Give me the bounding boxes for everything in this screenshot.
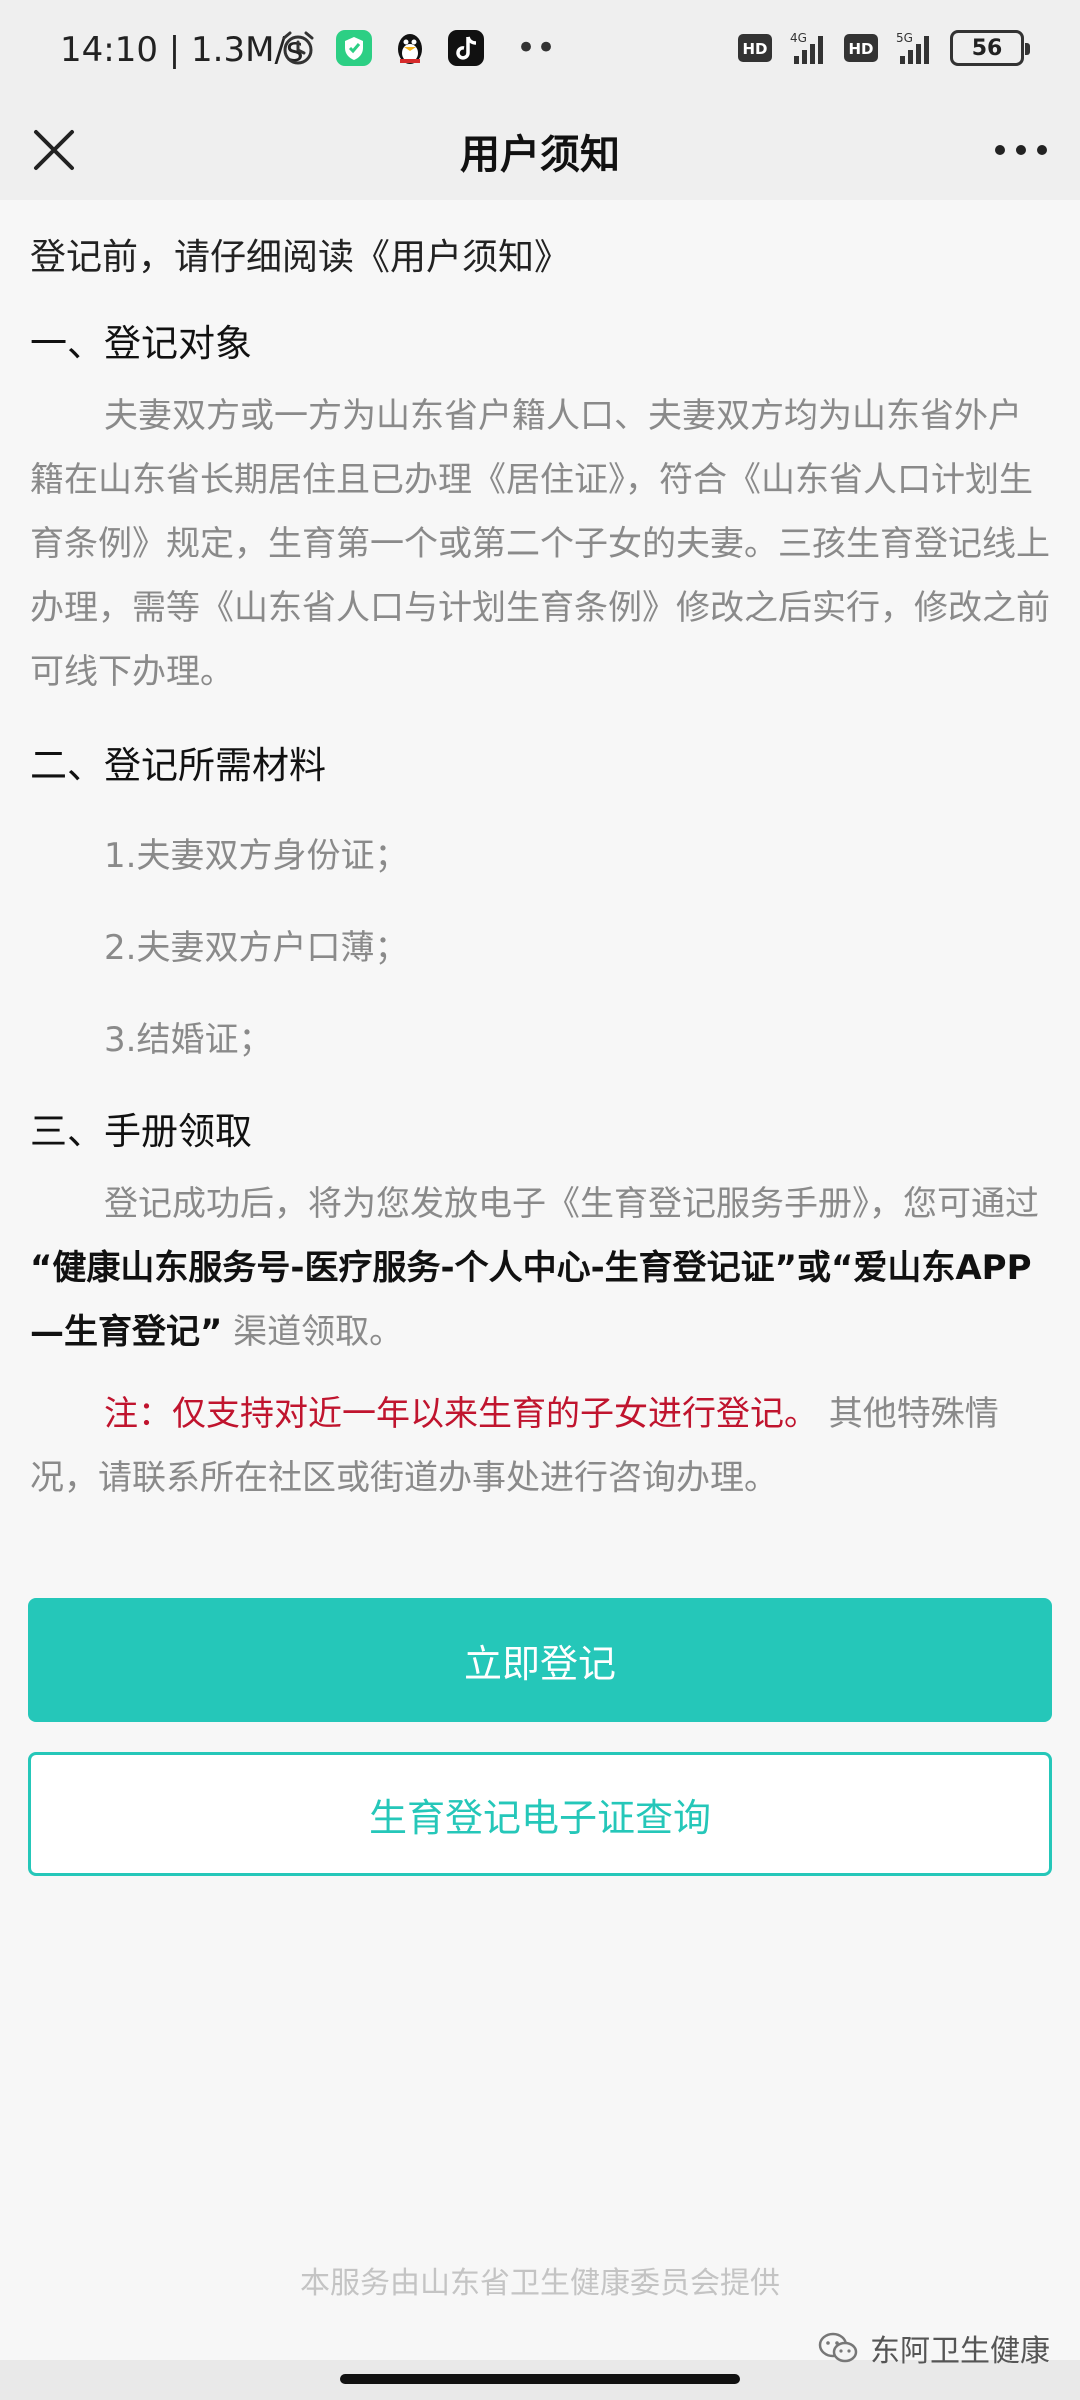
section3-title: 三、手册领取 xyxy=(30,1110,252,1153)
status-system-icons: HD 4G HD 5G 56 xyxy=(738,30,1030,66)
section1-title: 一、登记对象 xyxy=(30,322,252,365)
material-item-3: 3.结婚证； xyxy=(104,1020,273,1060)
nav-bar: 用户须知 xyxy=(0,100,1080,200)
page: 14:10 | 1.3M/s •• HD 4G HD 5G 56 用户须知 登记… xyxy=(0,0,1080,2400)
battery-indicator: 56 xyxy=(950,30,1030,66)
more-options-icon[interactable] xyxy=(986,122,1056,178)
alarm-icon xyxy=(282,31,314,65)
section3-text-post: 渠道领取。 xyxy=(222,1312,404,1352)
section2-title: 二、登记所需材料 xyxy=(30,744,326,787)
section3-text-pre: 登记成功后，将为您发放电子《生育登记服务手册》，您可通过 xyxy=(104,1184,1039,1224)
section3-paragraph: 登记成功后，将为您发放电子《生育登记服务手册》，您可通过 “健康山东服务号-医疗… xyxy=(30,1172,1050,1364)
note-warning-text: 注：仅支持对近一年以来生育的子女进行登记。 xyxy=(104,1394,818,1434)
register-now-button[interactable]: 立即登记 xyxy=(28,1598,1052,1722)
section3-channel-text: “健康山东服务号-医疗服务-个人中心-生育登记证”或“爱山东APP—生育登记” xyxy=(30,1248,1032,1352)
signal-4g-icon: 4G xyxy=(790,31,823,64)
material-item-1: 1.夫妻双方身份证； xyxy=(104,836,409,876)
penguin-app-icon xyxy=(398,34,422,64)
music-app-icon xyxy=(448,30,484,66)
hd-label-2: HD xyxy=(848,40,873,58)
notice-content: 登记前，请仔细阅读《用户须知》 一、登记对象 夫妻双方或一方为山东省户籍人口、夫… xyxy=(30,200,1050,1510)
e-certificate-query-button[interactable]: 生育登记电子证查询 xyxy=(28,1752,1052,1876)
section1-paragraph: 夫妻双方或一方为山东省户籍人口、夫妻双方均为山东省外户籍在山东省长期居住且已办理… xyxy=(30,396,1050,692)
status-notification-icons: •• xyxy=(278,28,556,68)
wechat-icon xyxy=(818,2332,858,2363)
battery-level: 56 xyxy=(971,35,1003,61)
more-notifications-icon: •• xyxy=(516,28,557,68)
watermark: 东阿卫生健康 xyxy=(818,2326,1050,2370)
material-item-2: 2.夫妻双方户口薄； xyxy=(104,928,409,968)
status-bar: 14:10 | 1.3M/s •• HD 4G HD 5G 56 xyxy=(0,0,1080,100)
net-5g-label: 5G xyxy=(896,31,913,45)
shield-app-icon xyxy=(336,30,372,66)
note-paragraph: 注：仅支持对近一年以来生育的子女进行登记。 其他特殊情况，请联系所在社区或街道办… xyxy=(30,1382,1050,1510)
status-time: 14:10 | 1.3M/s xyxy=(60,30,304,70)
net-4g-label: 4G xyxy=(790,31,807,45)
page-title: 用户须知 xyxy=(460,132,620,178)
intro-text: 登记前，请仔细阅读《用户须知》 xyxy=(30,237,571,278)
provider-note: 本服务由山东省卫生健康委员会提供 xyxy=(300,2266,780,2301)
signal-5g-icon: 5G xyxy=(896,31,929,64)
hd-icon: HD xyxy=(738,34,772,62)
home-indicator[interactable] xyxy=(340,2374,740,2384)
hd-label: HD xyxy=(742,40,767,58)
watermark-text: 东阿卫生健康 xyxy=(870,2334,1050,2369)
hd-icon-2: HD xyxy=(844,34,878,62)
